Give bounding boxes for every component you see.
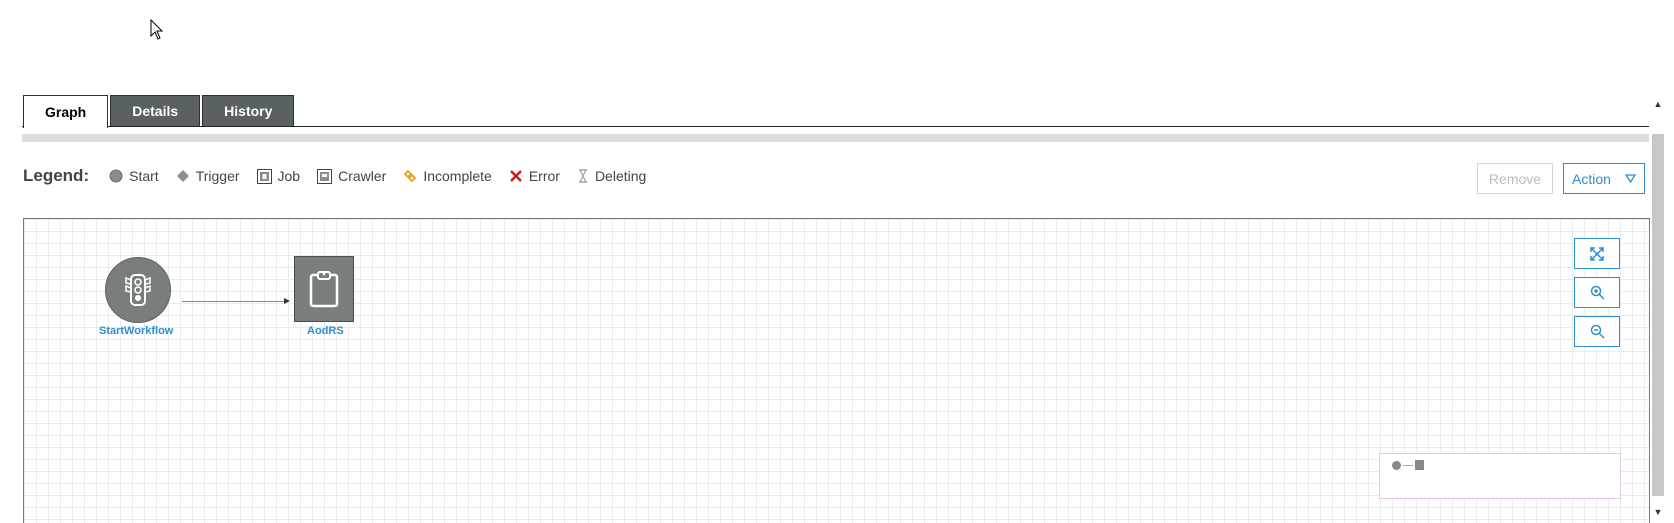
graph-edge-arrowhead <box>284 298 290 304</box>
expand-icon <box>1590 246 1604 261</box>
graph-node-label-aodrs[interactable]: AodRS <box>307 325 344 337</box>
graph-minimap[interactable] <box>1379 453 1621 499</box>
legend-item-start: Start <box>109 168 159 184</box>
graph-node-startworkflow[interactable] <box>105 257 171 323</box>
clipboard-icon <box>309 271 339 308</box>
diamond-icon <box>176 170 189 182</box>
zoom-out-icon <box>1590 324 1605 339</box>
graph-node-label-startworkflow[interactable]: StartWorkflow <box>99 325 173 337</box>
legend-item-crawler: Crawler <box>317 168 386 184</box>
zoom-in-icon <box>1590 285 1605 300</box>
graph-edge <box>182 301 286 302</box>
zoom-out-button[interactable] <box>1574 316 1620 347</box>
x-icon <box>509 170 522 182</box>
legend-label-error: Error <box>528 168 560 184</box>
tab-details[interactable]: Details <box>110 95 201 126</box>
chevron-down-icon <box>1624 174 1636 183</box>
vertical-scrollbar[interactable]: ▲ ▼ <box>1650 96 1666 520</box>
tab-underline <box>22 126 1649 127</box>
minimap-edge <box>1403 465 1413 466</box>
scrollbar-thumb[interactable] <box>1652 134 1664 496</box>
legend-label-job: Job <box>277 168 301 184</box>
scroll-up-arrow-icon[interactable]: ▲ <box>1650 96 1666 112</box>
traffic-light-icon <box>125 274 151 306</box>
legend-item-deleting: Deleting <box>577 168 646 184</box>
scroll-down-arrow-icon[interactable]: ▼ <box>1650 504 1666 520</box>
legend-label-incomplete: Incomplete <box>423 168 492 184</box>
fit-to-screen-button[interactable] <box>1574 238 1620 269</box>
job-square-icon <box>256 168 272 184</box>
legend: Legend: Start Trigger Job Crawler Incomp… <box>23 166 663 186</box>
minimap-start-node <box>1392 461 1401 470</box>
legend-label-crawler: Crawler <box>338 168 387 184</box>
circle-icon <box>109 169 123 183</box>
graph-node-aodrs[interactable] <box>294 256 354 322</box>
action-button[interactable]: Action <box>1563 163 1645 194</box>
tab-history[interactable]: History <box>202 95 295 126</box>
legend-item-error: Error <box>509 168 560 184</box>
legend-item-incomplete: Incomplete <box>403 168 492 184</box>
hourglass-icon <box>578 169 587 183</box>
legend-title: Legend: <box>23 166 90 185</box>
workflow-graph-canvas[interactable]: StartWorkflow AodRS <box>23 218 1650 523</box>
legend-item-job: Job <box>256 168 301 184</box>
legend-label-start: Start <box>129 168 159 184</box>
minimap-job-node <box>1415 460 1424 470</box>
legend-item-trigger: Trigger <box>176 168 240 184</box>
crawler-square-icon <box>317 168 333 184</box>
remove-button[interactable]: Remove <box>1477 163 1553 194</box>
legend-label-trigger: Trigger <box>195 168 240 184</box>
action-button-label: Action <box>1572 170 1611 187</box>
zoom-in-button[interactable] <box>1574 277 1620 308</box>
legend-label-deleting: Deleting <box>594 168 647 184</box>
incomplete-icon <box>404 169 417 183</box>
mouse-cursor-icon <box>150 19 164 40</box>
tab-bar: Graph Details History <box>23 95 295 128</box>
section-divider <box>22 134 1649 142</box>
tab-graph[interactable]: Graph <box>23 95 109 128</box>
